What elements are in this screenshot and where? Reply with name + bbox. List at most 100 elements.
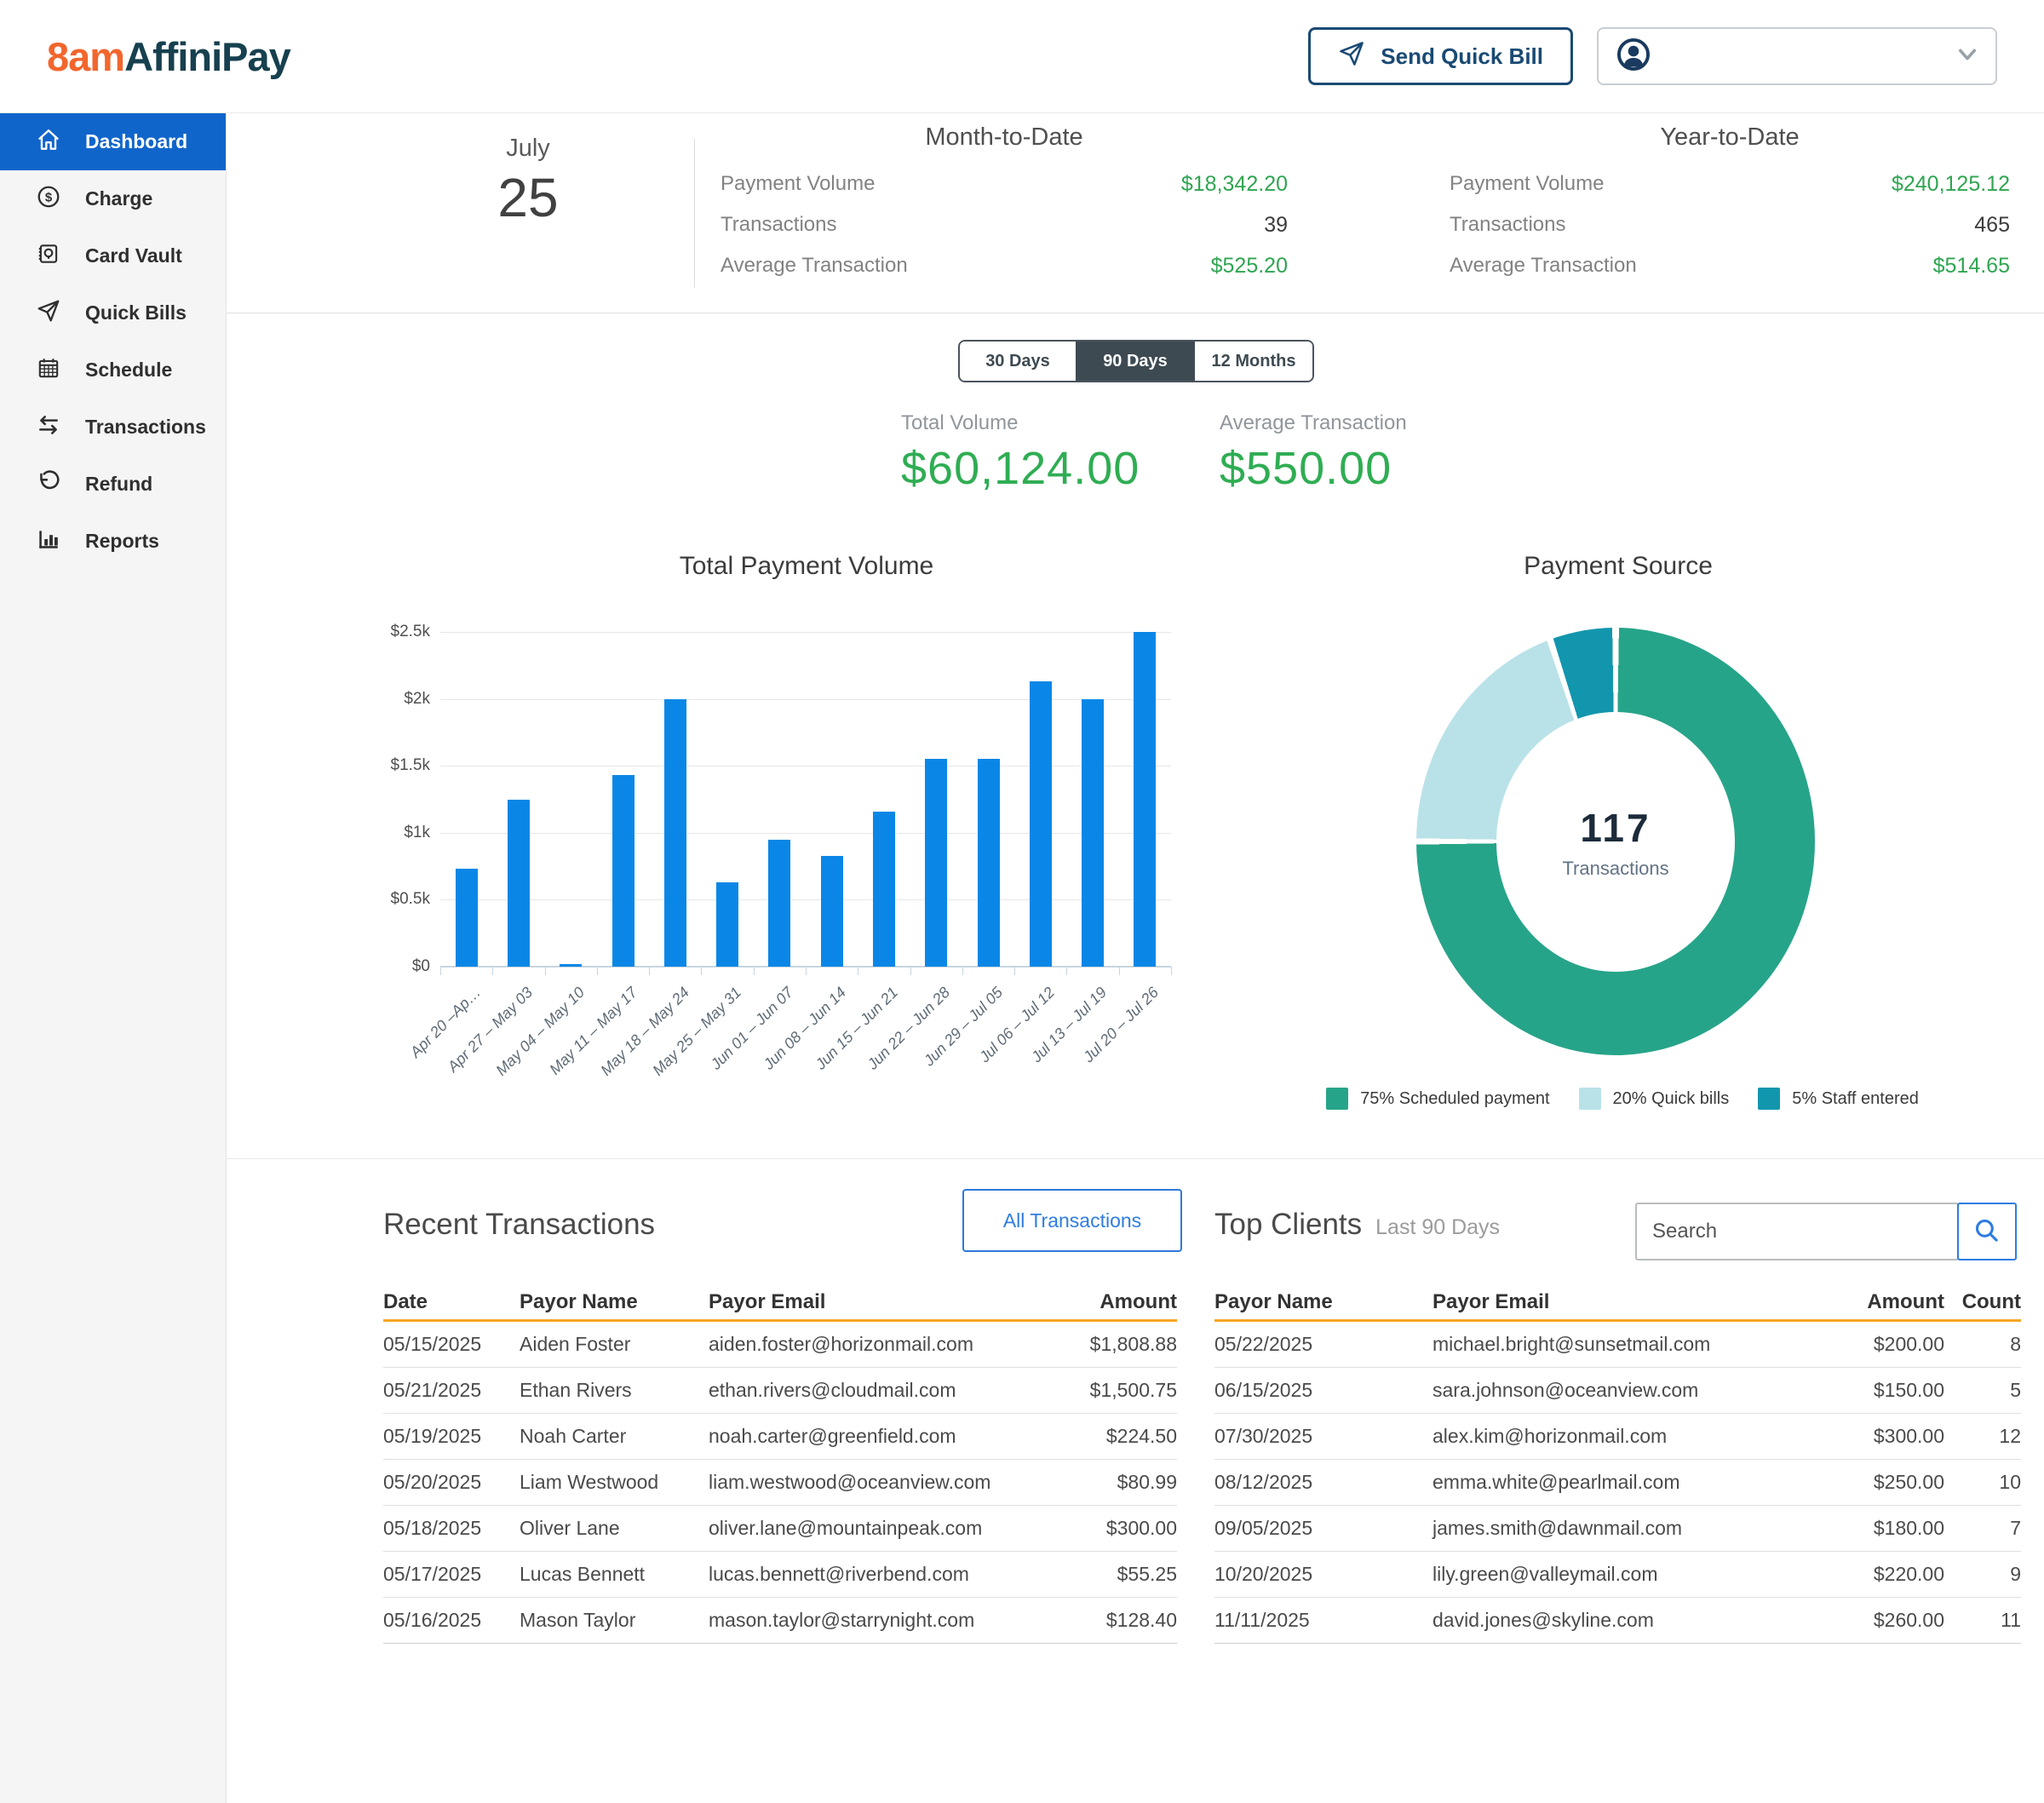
stats-divider [694, 139, 695, 288]
stat-value: $18,342.20 [1181, 172, 1288, 197]
brand-logo: 8amAffiniPay [47, 0, 290, 112]
all-transactions-button[interactable]: All Transactions [962, 1189, 1182, 1252]
recent-transactions-title: Recent Transactions [383, 1208, 655, 1242]
dollar-circle-icon: $ [36, 184, 61, 215]
sidebar-item-transactions[interactable]: Transactions [0, 399, 226, 456]
account-menu[interactable] [1597, 27, 1997, 85]
cell-date: 05/17/2025 [383, 1563, 520, 1586]
column-header-payor-name: Payor Name [1214, 1290, 1433, 1314]
mtd-payment-volume-row: Payment Volume $18,342.20 [721, 164, 1288, 204]
sidebar-item-label: Reports [85, 530, 159, 553]
column-header-payor-name: Payor Name [520, 1290, 709, 1314]
y-axis-tick-label: $0 [355, 957, 430, 976]
cell-date: 05/19/2025 [383, 1425, 520, 1448]
cell-amount: $55.25 [1024, 1563, 1177, 1586]
cell-amount: $300.00 [1817, 1425, 1944, 1448]
table-row: 08/12/2025 emma.white@pearlmail.com $250… [1214, 1460, 2021, 1506]
stat-label: Average Transaction [721, 254, 908, 278]
cell-payor-email: emma.white@pearlmail.com [1433, 1471, 1817, 1494]
x-axis-tick [701, 967, 702, 975]
x-axis-tick [910, 967, 911, 975]
cell-date: 05/21/2025 [383, 1379, 520, 1402]
cell-amount: $1,808.88 [1024, 1333, 1177, 1356]
table-row: 10/20/2025 lily.green@valleymail.com $22… [1214, 1552, 2021, 1598]
y-axis-tick-label: $1k [355, 824, 430, 842]
ytd-transactions-row: Transactions 465 [1450, 204, 2010, 245]
y-axis-tick-label: $0.5k [355, 890, 430, 909]
cell-payor-email: alex.kim@horizonmail.com [1433, 1425, 1817, 1448]
bar-chart-title: Total Payment Volume [440, 552, 1173, 581]
cell-payor-name: Aiden Foster [520, 1333, 709, 1356]
x-axis-tick [1014, 967, 1015, 975]
sidebar-item-label: Refund [85, 473, 152, 496]
stat-value: 39 [1264, 213, 1288, 238]
client-search [1635, 1203, 2017, 1260]
tab-12-months[interactable]: 12 Months [1195, 342, 1312, 381]
account-icon [1616, 37, 1651, 77]
gridline [440, 699, 1171, 700]
date-month: July [443, 135, 613, 163]
bar [716, 882, 738, 967]
mtd-average-row: Average Transaction $525.20 [721, 245, 1288, 286]
bar [508, 800, 530, 968]
cell-count: 8 [1944, 1333, 2021, 1356]
cell-payor-email: lucas.bennett@riverbend.com [709, 1563, 1024, 1586]
topbar: 8amAffiniPay Send Quick Bill [0, 0, 2044, 113]
cell-payor-name: Liam Westwood [520, 1471, 709, 1494]
cell-amount: $300.00 [1024, 1517, 1177, 1540]
cell-payor-email: james.smith@dawnmail.com [1433, 1517, 1817, 1540]
column-header-date: Date [383, 1290, 520, 1314]
table-row: 06/15/2025 sara.johnson@oceanview.com $1… [1214, 1368, 2021, 1414]
stat-value: $514.65 [1933, 254, 2010, 278]
table-row: 05/20/2025 Liam Westwood liam.westwood@o… [383, 1460, 1177, 1506]
legend-swatch [1579, 1088, 1601, 1110]
cell-payor-email: oliver.lane@mountainpeak.com [709, 1517, 1024, 1540]
send-quick-bill-button[interactable]: Send Quick Bill [1308, 27, 1573, 85]
cell-amount: $128.40 [1024, 1609, 1177, 1632]
legend-item: 5% Staff entered [1758, 1088, 1919, 1110]
cell-payor-name: 11/11/2025 [1214, 1609, 1433, 1632]
sidebar-item-quick-bills[interactable]: Quick Bills [0, 284, 226, 342]
sidebar-item-dashboard[interactable]: Dashboard [0, 113, 226, 170]
cell-payor-email: mason.taylor@starrynight.com [709, 1609, 1024, 1632]
x-axis-tick [962, 967, 963, 975]
sidebar-item-reports[interactable]: Reports [0, 513, 226, 570]
table-body: 05/15/2025 Aiden Foster aiden.foster@hor… [383, 1322, 1177, 1644]
vault-icon [36, 241, 61, 272]
sidebar-item-charge[interactable]: $ Charge [0, 170, 226, 227]
column-header-payor-email: Payor Email [709, 1290, 1024, 1314]
column-header-count: Count [1944, 1290, 2021, 1314]
sidebar-item-schedule[interactable]: Schedule [0, 342, 226, 399]
cell-payor-email: ethan.rivers@cloudmail.com [709, 1379, 1024, 1402]
gridline [440, 899, 1171, 900]
current-date: July 25 [443, 135, 613, 229]
cell-amount: $80.99 [1024, 1471, 1177, 1494]
date-day: 25 [443, 166, 613, 229]
brand-8am: 8am [47, 33, 124, 80]
svg-text:$: $ [45, 190, 53, 204]
bar [664, 699, 686, 967]
cell-payor-name: 10/20/2025 [1214, 1563, 1433, 1586]
sidebar-item-refund[interactable]: Refund [0, 456, 226, 513]
cell-amount: $250.00 [1817, 1471, 1944, 1494]
tab-90-days[interactable]: 90 Days [1076, 342, 1195, 381]
search-input[interactable] [1635, 1203, 1959, 1260]
bar [1082, 699, 1104, 967]
x-axis-tick [754, 967, 755, 975]
cell-date: 05/20/2025 [383, 1471, 520, 1494]
undo-icon [36, 469, 61, 500]
x-axis-tick [649, 967, 650, 975]
tab-30-days[interactable]: 30 Days [960, 342, 1076, 381]
cell-payor-email: noah.carter@greenfield.com [709, 1425, 1024, 1448]
donut-chart-title: Payment Source [1329, 552, 1908, 581]
table-row: 07/30/2025 alex.kim@horizonmail.com $300… [1214, 1414, 2021, 1460]
table-row: 05/22/2025 michael.bright@sunsetmail.com… [1214, 1322, 2021, 1368]
gridline [440, 833, 1171, 834]
cell-amount: $150.00 [1817, 1379, 1944, 1402]
search-icon [1972, 1216, 2001, 1248]
table-row: 05/15/2025 Aiden Foster aiden.foster@hor… [383, 1322, 1177, 1368]
paper-plane-icon [36, 298, 61, 329]
search-button[interactable] [1957, 1203, 2017, 1260]
cell-payor-name: Noah Carter [520, 1425, 709, 1448]
sidebar-item-card-vault[interactable]: Card Vault [0, 227, 226, 284]
